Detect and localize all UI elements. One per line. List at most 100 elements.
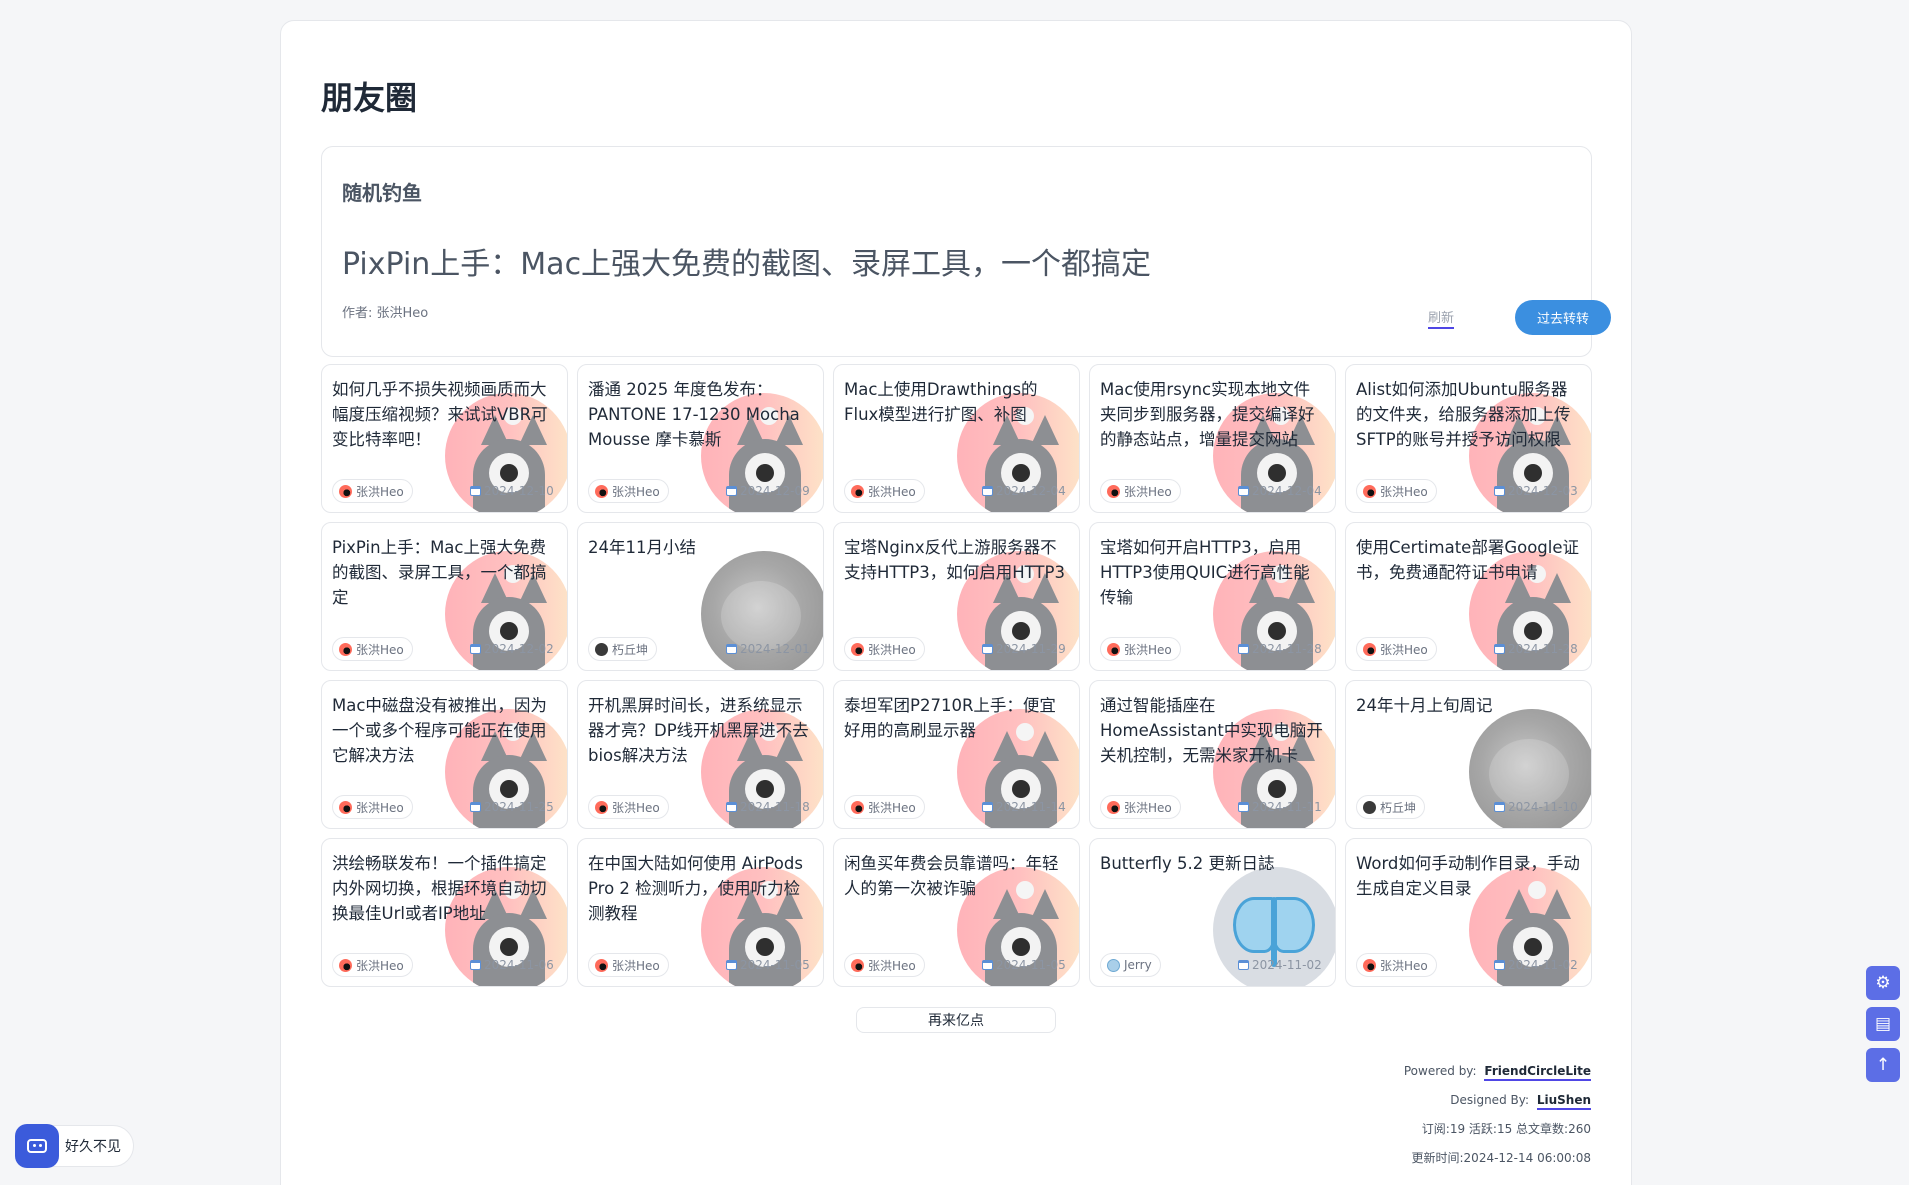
publish-date: 2024-11-06 — [470, 953, 554, 977]
article-card[interactable]: 使用Certimate部署Google证书，免费通配符证书申请张洪Heo 2024… — [1345, 522, 1592, 671]
article-card[interactable]: Word如何手动制作目录，手动生成自定义目录 张洪Heo 2024-11-02 — [1345, 838, 1592, 987]
date-text: 2024-12-04 — [996, 484, 1066, 498]
article-card[interactable]: 潘通 2025 年度色发布：PANTONE 17-1230 Mocha Mous… — [577, 364, 824, 513]
article-title[interactable]: 开机黑屏时间长，进系统显示器才亮？DP线开机黑屏进不去bios解决方法 — [588, 693, 813, 768]
article-title[interactable]: 泰坦军团P2710R上手：便宜好用的高刷显示器 — [844, 693, 1069, 743]
article-title[interactable]: Mac中磁盘没有被推出，因为一个或多个程序可能正在使用它解决方法 — [332, 693, 557, 768]
calendar-icon — [982, 644, 993, 654]
reading-mode-button[interactable]: ▤ — [1866, 1007, 1900, 1041]
powered-by-label: Powered by: — [1403, 1064, 1477, 1078]
article-title[interactable]: 闲鱼买年费会员靠谱吗：年轻人的第一次被诈骗 — [844, 851, 1069, 901]
author-chip[interactable]: 朽丘坤 — [1356, 795, 1426, 819]
author-name: 张洪Heo — [1380, 484, 1428, 499]
author-chip[interactable]: 张洪Heo — [844, 637, 925, 661]
article-title[interactable]: 24年十月上旬周记 — [1356, 693, 1581, 718]
article-card[interactable]: Alist如何添加Ubuntu服务器的文件夹，给服务器添加上传SFTP的账号并授… — [1345, 364, 1592, 513]
article-title[interactable]: 潘通 2025 年度色发布：PANTONE 17-1230 Mocha Mous… — [588, 377, 813, 452]
chat-button[interactable] — [15, 1124, 59, 1168]
article-title[interactable]: 如何几乎不损失视频画质而大幅度压缩视频？来试试VBR可变比特率吧！ — [332, 377, 557, 452]
article-card[interactable]: 洪绘畅联发布！一个插件搞定内外网切换，根据环境自动切换最佳Url或者IP地址张洪… — [321, 838, 568, 987]
powered-by-link[interactable]: FriendCircleLite — [1484, 1064, 1591, 1081]
publish-date: 2024-12-04 — [1238, 479, 1322, 503]
article-card[interactable]: Mac中磁盘没有被推出，因为一个或多个程序可能正在使用它解决方法 张洪Heo 202… — [321, 680, 568, 829]
article-card[interactable]: PixPin上手：Mac上强大免费的截图、录屏工具，一个都搞定张洪Heo 2024… — [321, 522, 568, 671]
article-card[interactable]: 通过智能插座在HomeAssistant中实现电脑开关机控制，无需米家开机卡张洪… — [1089, 680, 1336, 829]
article-title[interactable]: Butterfly 5.2 更新日誌 — [1100, 851, 1325, 876]
article-card[interactable]: 闲鱼买年费会员靠谱吗：年轻人的第一次被诈骗 张洪Heo 2024-11-05 — [833, 838, 1080, 987]
author-name: 张洪Heo — [1124, 642, 1172, 657]
avatar — [851, 642, 864, 656]
date-text: 2024-12-03 — [1508, 484, 1578, 498]
author-chip[interactable]: 张洪Heo — [844, 795, 925, 819]
author-chip[interactable]: 张洪Heo — [844, 953, 925, 977]
date-text: 2024-12-01 — [740, 642, 810, 656]
back-to-top-button[interactable]: ↑ — [1866, 1048, 1900, 1082]
article-title[interactable]: Word如何手动制作目录，手动生成自定义目录 — [1356, 851, 1581, 901]
publish-date: 2024-12-02 — [470, 637, 554, 661]
chat-widget[interactable]: 好久不见 — [15, 1124, 134, 1168]
author-chip[interactable]: 张洪Heo — [1356, 637, 1437, 661]
avatar — [1107, 484, 1120, 498]
avatar — [1107, 642, 1120, 656]
author-name: 张洪Heo — [868, 958, 916, 973]
author-chip[interactable]: 张洪Heo — [1100, 479, 1181, 503]
date-text: 2024-12-02 — [484, 642, 554, 656]
publish-date: 2024-11-28 — [1494, 637, 1578, 661]
author-chip[interactable]: 张洪Heo — [332, 637, 413, 661]
article-title[interactable]: 宝塔Nginx反代上游服务器不支持HTTP3，如何启用HTTP3 — [844, 535, 1069, 585]
article-card[interactable]: 如何几乎不损失视频画质而大幅度压缩视频？来试试VBR可变比特率吧！ 张洪Heo 20… — [321, 364, 568, 513]
publish-date: 2024-11-14 — [982, 795, 1066, 819]
author-chip[interactable]: 张洪Heo — [588, 795, 669, 819]
article-card[interactable]: 泰坦军团P2710R上手：便宜好用的高刷显示器张洪Heo 2024-11-14 — [833, 680, 1080, 829]
author-chip[interactable]: 张洪Heo — [332, 795, 413, 819]
settings-button[interactable]: ⚙ — [1866, 966, 1900, 1000]
article-card[interactable]: 宝塔如何开启HTTP3，启用HTTP3使用QUIC进行高性能传输 张洪Heo 202… — [1089, 522, 1336, 671]
article-title[interactable]: 通过智能插座在HomeAssistant中实现电脑开关机控制，无需米家开机卡 — [1100, 693, 1325, 768]
author-chip[interactable]: 张洪Heo — [588, 953, 669, 977]
article-card[interactable]: Mac使用rsync实现本地文件夹同步到服务器，提交编译好的静态站点，增量提交网… — [1089, 364, 1336, 513]
author-chip[interactable]: 张洪Heo — [1356, 479, 1437, 503]
gear-icon: ⚙ — [1875, 973, 1891, 993]
author-chip[interactable]: 张洪Heo — [1100, 795, 1181, 819]
author-chip[interactable]: 张洪Heo — [332, 479, 413, 503]
random-article-title[interactable]: PixPin上手：Mac上强大免费的截图、录屏工具，一个都搞定 — [342, 239, 1151, 283]
date-text: 2024-11-28 — [1508, 642, 1578, 656]
calendar-icon — [982, 486, 993, 496]
article-card[interactable]: 宝塔Nginx反代上游服务器不支持HTTP3，如何启用HTTP3 张洪Heo 202… — [833, 522, 1080, 671]
author-chip[interactable]: Jerry — [1100, 953, 1161, 977]
refresh-link[interactable]: 刷新 — [1428, 307, 1455, 329]
document-icon: ▤ — [1874, 1014, 1892, 1034]
go-visit-button[interactable]: 过去转转 — [1515, 300, 1611, 335]
author-name: 朽丘坤 — [1380, 800, 1417, 815]
article-title[interactable]: 在中国大陆如何使用 AirPods Pro 2 检测听力，使用听力检测教程 — [588, 851, 813, 926]
article-card[interactable]: Butterfly 5.2 更新日誌 Jerry 2024-11-02 — [1089, 838, 1336, 987]
author-chip[interactable]: 张洪Heo — [1356, 953, 1437, 977]
author-name: 张洪Heo — [356, 800, 404, 815]
article-card[interactable]: 24年11月小结 朽丘坤 2024-12-01 — [577, 522, 824, 671]
article-title[interactable]: PixPin上手：Mac上强大免费的截图、录屏工具，一个都搞定 — [332, 535, 557, 610]
designed-by-link[interactable]: LiuShen — [1536, 1093, 1591, 1110]
author-chip[interactable]: 张洪Heo — [844, 479, 925, 503]
article-card[interactable]: Mac上使用Drawthings的Flux模型进行扩图、补图张洪Heo 2024-… — [833, 364, 1080, 513]
author-chip[interactable]: 朽丘坤 — [588, 637, 658, 661]
article-title[interactable]: Mac使用rsync实现本地文件夹同步到服务器，提交编译好的静态站点，增量提交网… — [1100, 377, 1325, 452]
load-more-button[interactable]: 再来亿点 — [856, 1007, 1056, 1033]
article-card[interactable]: 开机黑屏时间长，进系统显示器才亮？DP线开机黑屏进不去bios解决方法张洪Heo… — [577, 680, 824, 829]
article-title[interactable]: 洪绘畅联发布！一个插件搞定内外网切换，根据环境自动切换最佳Url或者IP地址 — [332, 851, 557, 926]
article-title[interactable]: 使用Certimate部署Google证书，免费通配符证书申请 — [1356, 535, 1581, 585]
article-title[interactable]: 宝塔如何开启HTTP3，启用HTTP3使用QUIC进行高性能传输 — [1100, 535, 1325, 610]
article-title[interactable]: Alist如何添加Ubuntu服务器的文件夹，给服务器添加上传SFTP的账号并授… — [1356, 377, 1581, 452]
article-title[interactable]: Mac上使用Drawthings的Flux模型进行扩图、补图 — [844, 377, 1069, 427]
author-chip[interactable]: 张洪Heo — [1100, 637, 1181, 661]
article-card[interactable]: 24年十月上旬周记 朽丘坤 2024-11-10 — [1345, 680, 1592, 829]
random-article-author: 作者: 张洪Heo — [342, 306, 429, 321]
author-chip[interactable]: 张洪Heo — [588, 479, 669, 503]
author-chip[interactable]: 张洪Heo — [332, 953, 413, 977]
date-text: 2024-12-10 — [484, 484, 554, 498]
article-title[interactable]: 24年11月小结 — [588, 535, 813, 560]
date-text: 2024-11-29 — [996, 642, 1066, 656]
date-text: 2024-11-11 — [1252, 800, 1322, 814]
publish-date: 2024-12-03 — [1494, 479, 1578, 503]
article-card[interactable]: 在中国大陆如何使用 AirPods Pro 2 检测听力，使用听力检测教程张洪H… — [577, 838, 824, 987]
publish-date: 2024-12-10 — [470, 479, 554, 503]
